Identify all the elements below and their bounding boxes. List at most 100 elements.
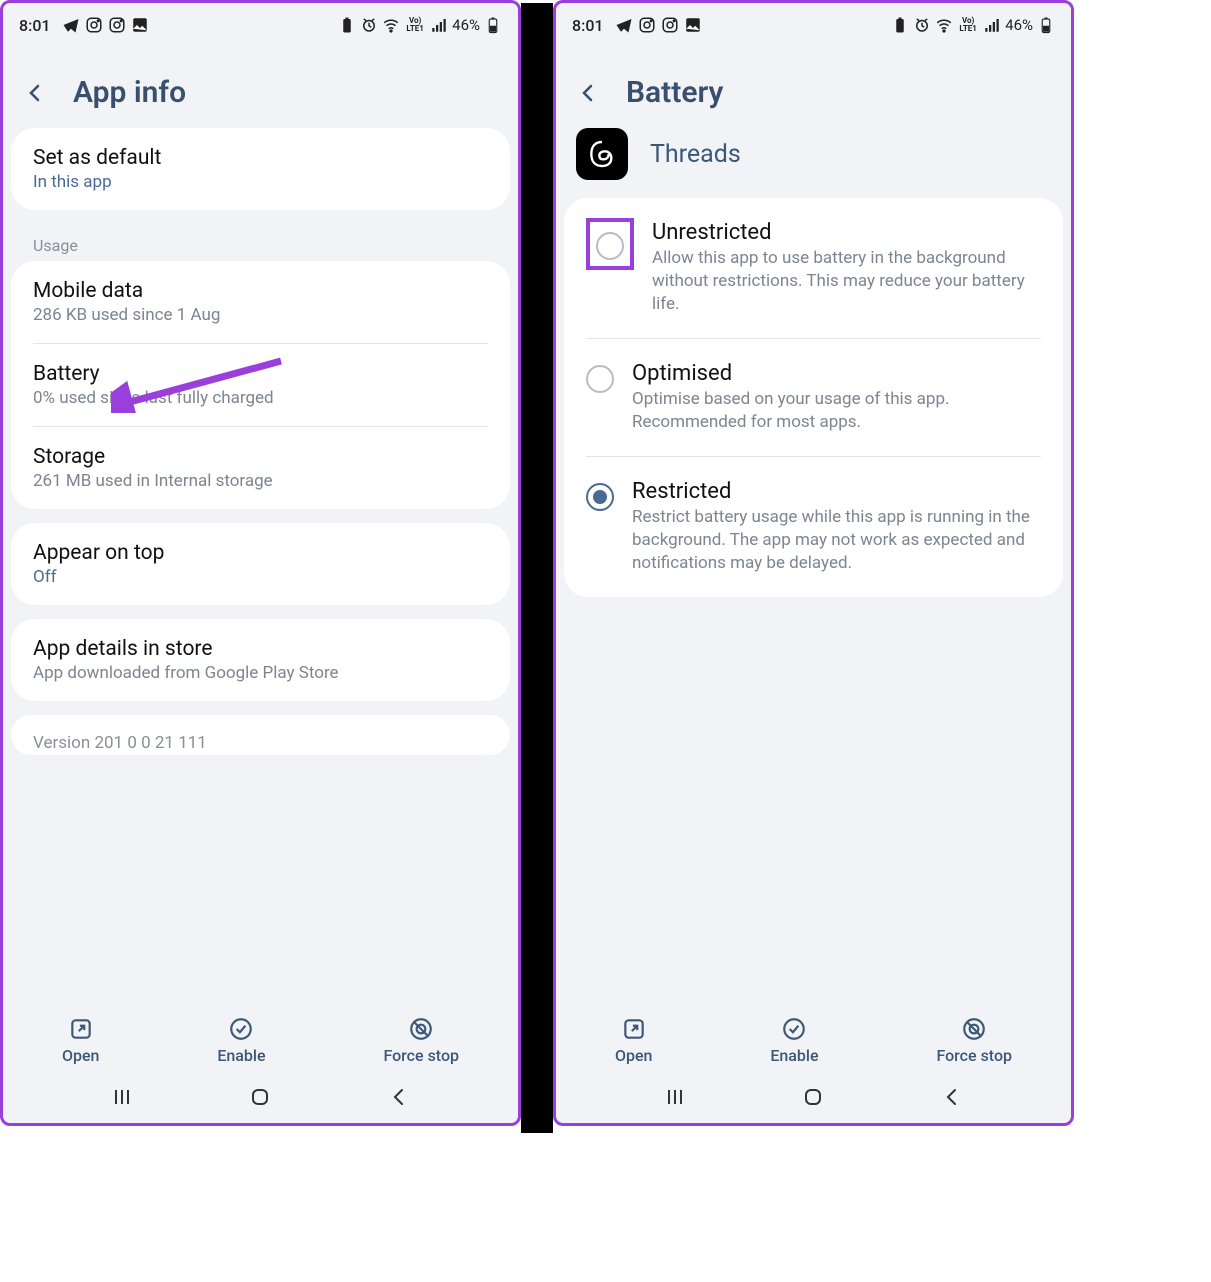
section-label-usage: Usage: [11, 224, 510, 261]
card-usage: Mobile data 286 KB used since 1 Aug Batt…: [11, 261, 510, 509]
battery-percent: 46%: [452, 16, 480, 34]
option-desc: Optimise based on your usage of this app…: [632, 388, 1041, 434]
row-storage[interactable]: Storage 261 MB used in Internal storage: [11, 427, 510, 509]
action-label: Enable: [217, 1046, 265, 1065]
row-mobile-data[interactable]: Mobile data 286 KB used since 1 Aug: [11, 261, 510, 343]
instagram-icon-2: [661, 16, 679, 34]
nav-bar: [3, 1071, 518, 1123]
clock: 8:01: [572, 16, 604, 35]
action-force-stop[interactable]: Force stop: [936, 1016, 1012, 1065]
telegram-icon: [62, 16, 80, 34]
gallery-icon: [131, 16, 149, 34]
row-title: Set as default: [33, 146, 488, 170]
phone-left: 8:01 Vo)LTE1 46% App info Set as default…: [0, 0, 521, 1126]
threads-app-icon: [576, 128, 628, 180]
action-label: Force stop: [936, 1046, 1012, 1065]
row-title: Mobile data: [33, 279, 488, 303]
alarm-icon: [913, 16, 931, 34]
row-sub: 261 MB used in Internal storage: [33, 471, 488, 491]
action-enable[interactable]: Enable: [770, 1016, 818, 1065]
version-peek: Version 201 0 0 21 111: [11, 715, 510, 755]
volte-icon: Vo)LTE1: [404, 16, 426, 34]
status-bar: 8:01 Vo)LTE1 46%: [3, 3, 518, 47]
battery-saver-icon: [891, 16, 909, 34]
row-sub: App downloaded from Google Play Store: [33, 663, 488, 683]
instagram-icon-2: [108, 16, 126, 34]
content-right: Unrestricted Allow this app to use batte…: [556, 198, 1071, 1008]
option-optimised[interactable]: Optimised Optimise based on your usage o…: [564, 339, 1063, 456]
row-battery[interactable]: Battery 0% used since last fully charged: [11, 344, 510, 426]
option-desc: Allow this app to use battery in the bac…: [652, 247, 1041, 316]
nav-bar: [556, 1071, 1071, 1123]
action-label: Force stop: [383, 1046, 459, 1065]
action-label: Open: [62, 1046, 100, 1065]
radio-icon[interactable]: [596, 232, 624, 260]
row-sub: Off: [33, 567, 488, 587]
battery-icon: [484, 16, 502, 34]
signal-icon: [983, 16, 1001, 34]
option-title: Unrestricted: [652, 220, 1041, 245]
page-title: App info: [73, 75, 186, 110]
wifi-icon: [935, 16, 953, 34]
enable-icon: [781, 1016, 807, 1042]
option-desc: Restrict battery usage while this app is…: [632, 506, 1041, 575]
header: Battery: [556, 47, 1071, 128]
card-details: App details in store App downloaded from…: [11, 619, 510, 701]
gallery-icon: [684, 16, 702, 34]
row-sub: 0% used since last fully charged: [33, 388, 488, 408]
enable-icon: [228, 1016, 254, 1042]
row-title: App details in store: [33, 637, 488, 661]
nav-home-icon[interactable]: [248, 1085, 272, 1109]
back-icon[interactable]: [576, 81, 600, 105]
open-icon: [68, 1016, 94, 1042]
content-left: Set as default In this app Usage Mobile …: [3, 128, 518, 1008]
instagram-icon: [638, 16, 656, 34]
signal-icon: [430, 16, 448, 34]
app-name: Threads: [650, 140, 741, 169]
radio-icon[interactable]: [586, 483, 614, 511]
nav-back-icon[interactable]: [387, 1085, 411, 1109]
wifi-icon: [382, 16, 400, 34]
action-label: Open: [615, 1046, 653, 1065]
action-open[interactable]: Open: [615, 1016, 653, 1065]
option-restricted[interactable]: Restricted Restrict battery usage while …: [564, 457, 1063, 597]
action-open[interactable]: Open: [62, 1016, 100, 1065]
row-title: Battery: [33, 362, 488, 386]
action-enable[interactable]: Enable: [217, 1016, 265, 1065]
row-appear-on-top[interactable]: Appear on top Off: [11, 523, 510, 605]
action-force-stop[interactable]: Force stop: [383, 1016, 459, 1065]
force-stop-icon: [961, 1016, 987, 1042]
app-header: Threads: [556, 128, 1071, 198]
row-app-details[interactable]: App details in store App downloaded from…: [11, 619, 510, 701]
page-title: Battery: [626, 75, 723, 110]
row-title: Storage: [33, 445, 488, 469]
row-set-default[interactable]: Set as default In this app: [11, 128, 510, 210]
battery-saver-icon: [338, 16, 356, 34]
option-unrestricted[interactable]: Unrestricted Allow this app to use batte…: [564, 198, 1063, 338]
bottom-actions: Open Enable Force stop: [3, 1008, 518, 1071]
volte-icon: Vo)LTE1: [957, 16, 979, 34]
card-default: Set as default In this app: [11, 128, 510, 210]
option-title: Restricted: [632, 479, 1041, 504]
card-battery-options: Unrestricted Allow this app to use batte…: [564, 198, 1063, 597]
open-icon: [621, 1016, 647, 1042]
force-stop-icon: [408, 1016, 434, 1042]
telegram-icon: [615, 16, 633, 34]
phone-right: 8:01 Vo)LTE1 46% Battery Threads: [553, 0, 1074, 1126]
nav-back-icon[interactable]: [940, 1085, 964, 1109]
nav-recents-icon[interactable]: [663, 1085, 687, 1109]
card-appear: Appear on top Off: [11, 523, 510, 605]
option-title: Optimised: [632, 361, 1041, 386]
battery-percent: 46%: [1005, 16, 1033, 34]
annotation-highlight: [586, 218, 634, 270]
radio-icon[interactable]: [586, 365, 614, 393]
row-sub: In this app: [33, 172, 488, 192]
row-sub: 286 KB used since 1 Aug: [33, 305, 488, 325]
clock: 8:01: [19, 16, 51, 35]
instagram-icon: [85, 16, 103, 34]
back-icon[interactable]: [23, 81, 47, 105]
battery-icon: [1037, 16, 1055, 34]
nav-home-icon[interactable]: [801, 1085, 825, 1109]
bottom-actions: Open Enable Force stop: [556, 1008, 1071, 1071]
nav-recents-icon[interactable]: [110, 1085, 134, 1109]
